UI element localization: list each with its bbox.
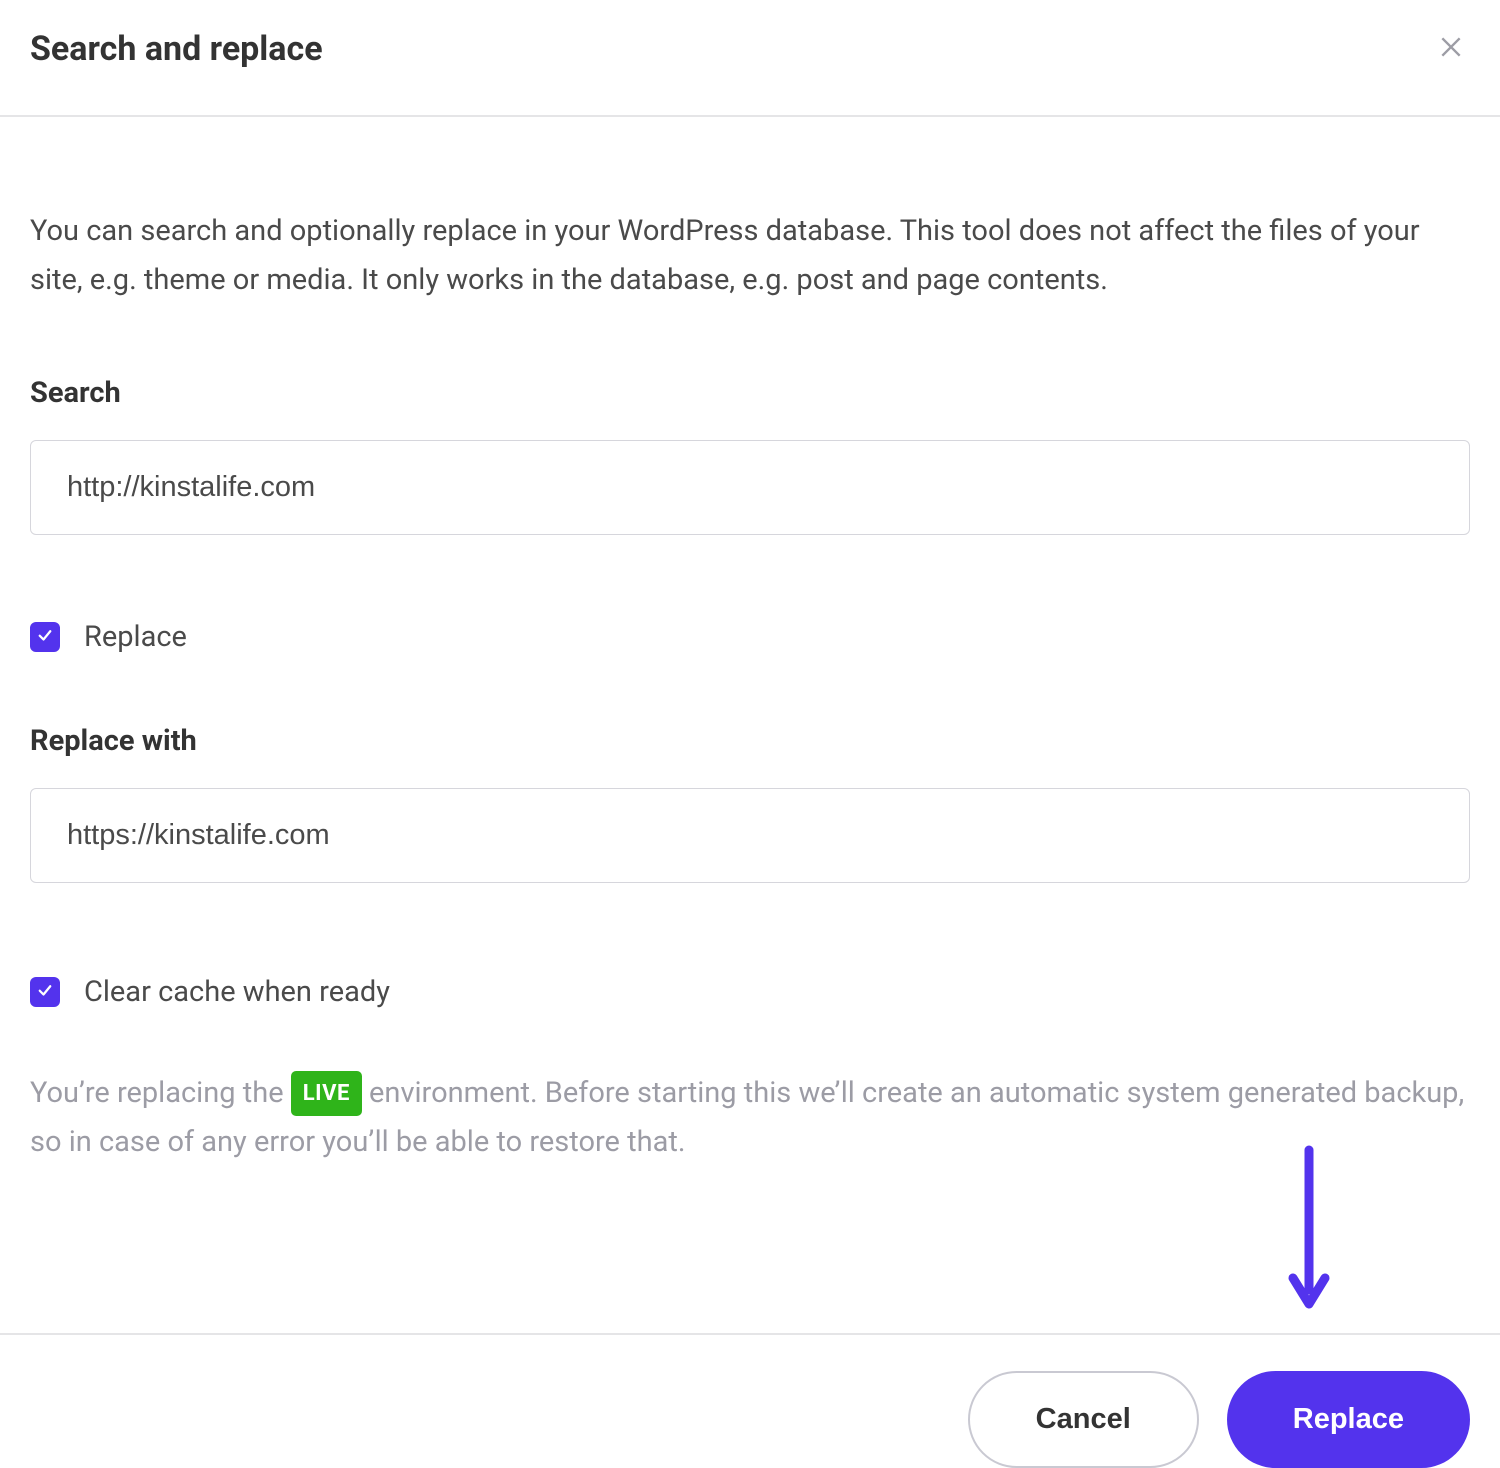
search-replace-modal: Search and replace You can search and op… xyxy=(0,0,1500,1468)
close-button[interactable] xyxy=(1432,28,1470,69)
live-badge: LIVE xyxy=(291,1071,362,1116)
modal-title: Search and replace xyxy=(30,29,323,69)
replace-button[interactable]: Replace xyxy=(1227,1371,1470,1468)
close-icon xyxy=(1438,48,1464,63)
replace-checkbox[interactable] xyxy=(30,622,60,652)
search-input[interactable] xyxy=(30,440,1470,535)
modal-footer: Cancel Replace xyxy=(0,1333,1500,1468)
check-icon xyxy=(36,626,54,648)
check-icon xyxy=(36,981,54,1003)
intro-text: You can search and optionally replace in… xyxy=(30,207,1470,306)
clear-cache-checkbox-row[interactable]: Clear cache when ready xyxy=(30,975,1470,1009)
modal-body: You can search and optionally replace in… xyxy=(0,117,1500,1333)
replace-checkbox-label: Replace xyxy=(84,620,187,654)
environment-note: You’re replacing the LIVE environment. B… xyxy=(30,1069,1470,1168)
replace-with-input[interactable] xyxy=(30,788,1470,883)
clear-cache-checkbox[interactable] xyxy=(30,977,60,1007)
replace-with-label: Replace with xyxy=(30,724,1470,758)
env-note-prefix: You’re replacing the xyxy=(30,1076,291,1110)
search-label: Search xyxy=(30,376,1470,410)
modal-header: Search and replace xyxy=(0,0,1500,117)
cancel-button[interactable]: Cancel xyxy=(968,1371,1199,1468)
replace-checkbox-row[interactable]: Replace xyxy=(30,620,1470,654)
clear-cache-checkbox-label: Clear cache when ready xyxy=(84,975,390,1009)
